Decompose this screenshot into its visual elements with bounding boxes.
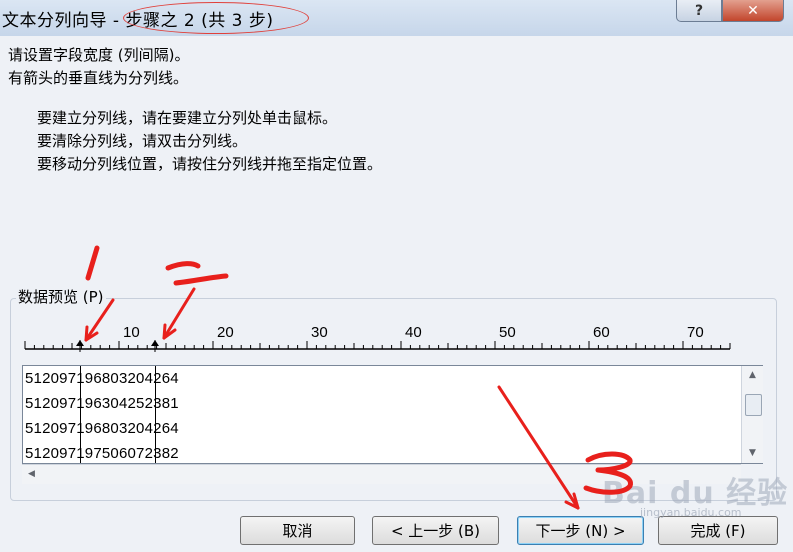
break-marker-2[interactable] (151, 340, 159, 352)
cancel-button[interactable]: 取消 (240, 516, 355, 545)
scroll-left-icon[interactable]: ◀ (28, 469, 35, 479)
cell: 512097 (25, 420, 77, 437)
cell: 2382 (144, 445, 179, 462)
cell: 2381 (144, 395, 179, 412)
finish-button[interactable]: 完成 (F) (658, 516, 778, 545)
break-marker-1[interactable] (76, 340, 84, 352)
data-preview-box[interactable]: 512097196803204264 512097196304252381 51… (22, 365, 763, 464)
scroll-up-icon[interactable]: ▲ (749, 370, 756, 380)
vertical-scroll-thumb[interactable] (745, 394, 762, 416)
preview-row: 512097196803204264 (25, 420, 179, 444)
cell: 4264 (144, 370, 179, 387)
scroll-down-icon[interactable]: ▼ (749, 448, 756, 458)
cell: 512097 (25, 395, 77, 412)
cell: 4264 (144, 420, 179, 437)
cell: 19630425 (76, 395, 145, 412)
ruler-labels: 10 20 30 40 50 60 70 (123, 324, 704, 341)
ruler-ticks (24, 341, 731, 350)
ruler-label: 40 (405, 324, 422, 341)
cell: 512097 (25, 445, 77, 462)
preview-row: 512097196304252381 (25, 395, 179, 419)
ruler-label: 30 (311, 324, 328, 341)
preview-row: 512097197506072382 (25, 445, 179, 463)
vertical-scrollbar[interactable]: ▲ ▼ (741, 366, 763, 463)
cell: 19680320 (76, 420, 145, 437)
next-button[interactable]: 下一步 (N) > (517, 516, 644, 545)
cell: 19680320 (76, 370, 145, 387)
ruler-label: 50 (499, 324, 516, 341)
ruler-label: 20 (217, 324, 234, 341)
watermark-url: jingyan.baidu.com (640, 506, 742, 519)
cell: 512097 (25, 370, 77, 387)
ruler-label: 60 (593, 324, 610, 341)
ruler-label: 10 (123, 324, 140, 341)
cell: 19750607 (76, 445, 145, 462)
back-button[interactable]: < 上一步 (B) (372, 516, 499, 545)
preview-row: 512097196803204264 (25, 370, 179, 394)
ruler-label: 70 (687, 324, 704, 341)
